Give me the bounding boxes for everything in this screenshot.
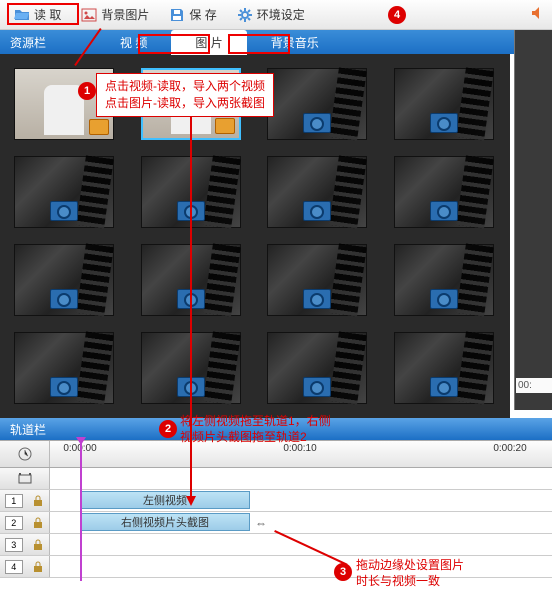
thumb-empty[interactable]: [394, 244, 494, 316]
thumb-empty[interactable]: [267, 244, 367, 316]
resize-handle[interactable]: ⇔: [255, 516, 267, 530]
thumb-empty[interactable]: [267, 156, 367, 228]
thumb-empty[interactable]: [394, 68, 494, 140]
annot-text: 视频片头截图拖至轨道2: [180, 430, 331, 446]
tab-bgm[interactable]: 背景音乐: [247, 30, 343, 55]
bgimage-label: 背景图片: [101, 6, 149, 23]
track-1[interactable]: 1 左侧视频: [0, 490, 552, 512]
thumb-empty[interactable]: [14, 244, 114, 316]
clip-label: 右侧视频片头截图: [121, 514, 209, 530]
clock-icon: [17, 446, 33, 462]
annot-arrowhead: [186, 496, 196, 506]
track-num: 2: [5, 516, 23, 530]
save-button[interactable]: 保 存: [161, 3, 224, 26]
thumb-empty[interactable]: [267, 332, 367, 404]
bgimage-button[interactable]: 背景图片: [73, 3, 157, 26]
annot-callout-3: 拖动边缘处设置图片 时长与视频一致: [356, 558, 464, 589]
toolbar: 读 取 背景图片 保 存 环境设定: [0, 0, 552, 30]
track-num: 3: [5, 538, 23, 552]
track-num: 4: [5, 560, 23, 574]
settings-label: 环境设定: [257, 6, 305, 23]
track-header-row: [0, 468, 552, 490]
tracks: 1 左侧视频 2 右侧视频片头截图⇔ 3 4: [0, 468, 552, 578]
track-num: 1: [5, 494, 23, 508]
lock-icon: [32, 561, 44, 573]
annot-text: 时长与视频一致: [356, 574, 464, 590]
lock-icon: [32, 495, 44, 507]
lock-icon: [32, 517, 44, 529]
ruler-t2: 0:00:20: [493, 443, 526, 454]
track-3[interactable]: 3: [0, 534, 552, 556]
thumb-empty[interactable]: [14, 332, 114, 404]
track-4[interactable]: 4: [0, 556, 552, 578]
read-label: 读 取: [34, 6, 61, 23]
annot-text: 将左侧视频拖至轨道1，右侧: [180, 414, 331, 430]
film-icon: [18, 472, 32, 486]
folder-open-icon: [14, 7, 30, 23]
playhead[interactable]: [80, 441, 82, 581]
preview-time: 00:: [516, 378, 552, 393]
thumb-empty[interactable]: [394, 156, 494, 228]
resource-panel-title: 资源栏: [10, 34, 46, 51]
annot-text: 点击图片-读取，导入两张截图: [105, 95, 265, 112]
image-icon: [81, 7, 97, 23]
gear-icon: [237, 7, 253, 23]
thumb-empty[interactable]: [394, 332, 494, 404]
annot-callout-2: 将左侧视频拖至轨道1，右侧 视频片头截图拖至轨道2: [180, 414, 331, 445]
read-button[interactable]: 读 取: [6, 3, 69, 26]
annot-callout-1: 点击视频-读取，导入两个视频 点击图片-读取，导入两张截图: [96, 73, 274, 117]
thumb-empty[interactable]: [267, 68, 367, 140]
settings-button[interactable]: 环境设定: [229, 3, 313, 26]
tab-video[interactable]: 视 频: [96, 30, 171, 55]
save-icon: [169, 7, 185, 23]
annot-text: 拖动边缘处设置图片: [356, 558, 464, 574]
speaker-icon[interactable]: [530, 5, 546, 24]
lock-icon: [32, 539, 44, 551]
tab-image[interactable]: 图 片: [171, 30, 246, 55]
thumb-empty[interactable]: [14, 156, 114, 228]
clip-right-screenshot[interactable]: 右侧视频片头截图⇔: [80, 513, 250, 531]
save-label: 保 存: [189, 6, 216, 23]
clip-left-video[interactable]: 左侧视频: [80, 491, 250, 509]
preview-panel: [514, 30, 552, 410]
annot-text: 点击视频-读取，导入两个视频: [105, 78, 265, 95]
